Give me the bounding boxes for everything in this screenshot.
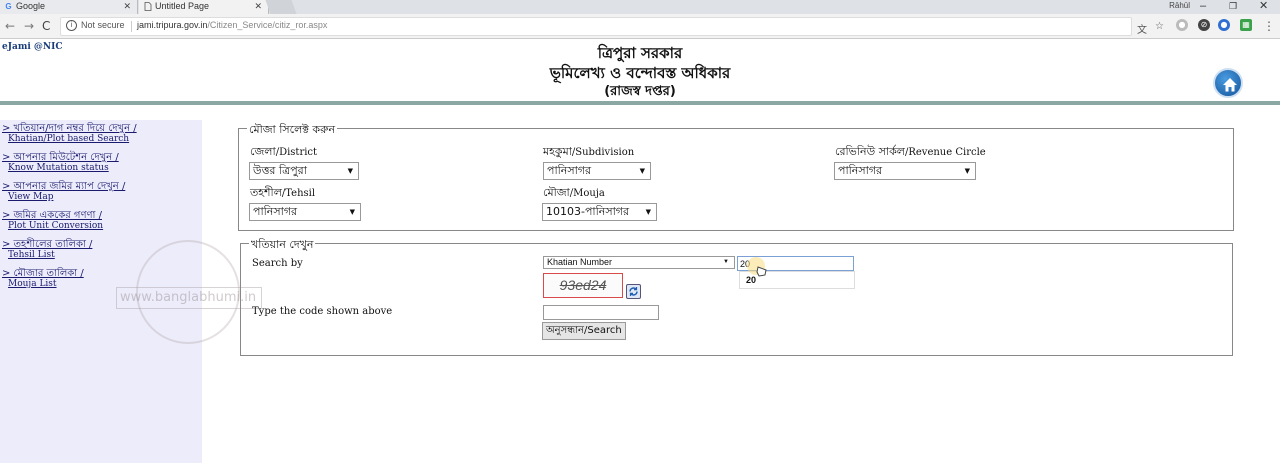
- close-icon[interactable]: ✕: [254, 0, 262, 13]
- sidebar-item-mouja-list[interactable]: > মৌজার তালিকা / Mouja List: [2, 268, 84, 290]
- dropdown-arrow-icon: ▼: [347, 167, 353, 175]
- search-by-label: Search by: [252, 258, 303, 269]
- dropdown-arrow-icon: ▼: [349, 208, 355, 216]
- captcha-refresh-button[interactable]: [626, 284, 641, 299]
- tab-label: Google: [16, 1, 46, 11]
- search-by-select-value: Khatian Number: [547, 257, 613, 267]
- mouse-cursor-icon: [747, 257, 767, 277]
- back-arrow-icon[interactable]: ←: [5, 19, 15, 33]
- menu-icon[interactable]: ⋮: [1263, 19, 1275, 33]
- tehsil-select[interactable]: পানিসাগর ▼: [249, 203, 361, 221]
- subdivision-select[interactable]: পানিসাগর ▼: [543, 162, 651, 180]
- sidebar-item-label-bn: > জমির এককের গণণা /: [2, 210, 102, 221]
- sidebar-item-label-en: Khatian/Plot based Search: [8, 134, 130, 144]
- translate-icon[interactable]: 文: [1137, 21, 1147, 36]
- forward-arrow-icon[interactable]: →: [24, 19, 34, 33]
- dropdown-arrow-icon: ▼: [639, 167, 645, 175]
- sidebar-item-unit-conversion[interactable]: > জমির এককের গণণা / Plot Unit Conversion: [2, 210, 103, 232]
- subdivision-label: মহকুমা/Subdivision: [543, 145, 635, 158]
- restore-button[interactable]: ❐: [1229, 0, 1237, 12]
- dropdown-arrow-icon: ▼: [645, 208, 651, 216]
- extension-icon[interactable]: ●: [1176, 19, 1188, 31]
- sidebar-item-label-bn: > আপনার মিউটেশন দেখুন /: [2, 152, 119, 163]
- sidebar-item-label-en: View Map: [8, 192, 54, 202]
- new-tab-button[interactable]: [265, 0, 297, 14]
- subdivision-select-value: পানিসাগর: [547, 164, 592, 177]
- search-button[interactable]: অনুসন্ধান/Search: [542, 322, 626, 340]
- revenue-circle-select[interactable]: পানিসাগর ▼: [834, 162, 976, 180]
- search-by-select[interactable]: Khatian Number ▼: [543, 256, 735, 269]
- mouja-select[interactable]: 10103-পানিসাগর ▼: [542, 203, 657, 221]
- sidebar-item-label-en: Tehsil List: [8, 250, 55, 260]
- mouja-select-fieldset: মৌজা সিলেক্ট করুন: [238, 121, 1234, 231]
- header-title-line3: (রাজস্ব দপ্তর): [604, 84, 676, 99]
- tab-google[interactable]: G Google ✕: [0, 0, 138, 14]
- sidebar-item-khatian-search[interactable]: > খতিয়ান/দাগ নম্বর দিয়ে দেখুন / Khatia…: [2, 123, 137, 145]
- dropdown-arrow-icon: ▼: [964, 167, 970, 175]
- header-divider: [0, 101, 1280, 105]
- address-url[interactable]: jami.tripura.gov.in/Citizen_Service/citi…: [137, 20, 327, 30]
- tehsil-select-value: পানিসাগর: [253, 205, 298, 218]
- sidebar-item-label-bn: > আপনার জমির ম্যাপ দেখুন /: [2, 181, 126, 192]
- browser-toolbar: ← → C i Not secure jami.tripura.gov.in/C…: [0, 14, 1280, 39]
- home-button[interactable]: [1213, 68, 1243, 98]
- mouja-fieldset-legend: মৌজা সিলেক্ট করুন: [247, 121, 338, 140]
- profile-name[interactable]: Rāhūl: [1169, 1, 1190, 10]
- url-path: /Citizen_Service/citiz_ror.aspx: [207, 20, 328, 30]
- block-icon[interactable]: ⊘: [1198, 19, 1210, 31]
- extension-blue-icon[interactable]: ●: [1218, 19, 1230, 31]
- close-window-button[interactable]: ✕: [1259, 0, 1268, 12]
- home-icon: [1223, 78, 1237, 92]
- address-separator: [131, 21, 132, 32]
- minimize-button[interactable]: –: [1200, 0, 1206, 12]
- dropdown-arrow-icon: ▼: [723, 259, 729, 265]
- sidebar-item-label-en: Know Mutation status: [8, 163, 109, 173]
- mouja-select-value: 10103-পানিসাগর: [546, 205, 630, 218]
- captcha-image: 93ed24: [543, 273, 623, 298]
- sidebar-item-label-bn: > মৌজার তালিকা /: [2, 268, 84, 279]
- tehsil-label: তহশীল/Tehsil: [250, 186, 316, 199]
- close-icon[interactable]: ✕: [123, 0, 131, 13]
- extension-green-icon[interactable]: ▦: [1240, 19, 1252, 31]
- google-icon: G: [5, 2, 12, 11]
- sidebar-item-map[interactable]: > আপনার জমির ম্যাপ দেখুন / View Map: [2, 181, 125, 203]
- captcha-code-label: Type the code shown above: [252, 306, 393, 317]
- sidebar-item-mutation[interactable]: > আপনার মিউটেশন দেখুন / Know Mutation st…: [2, 152, 119, 174]
- sidebar-item-label-bn: > খতিয়ান/দাগ নম্বর দিয়ে দেখুন /: [2, 123, 137, 134]
- bookmark-star-icon[interactable]: ☆: [1155, 21, 1164, 32]
- sidebar-item-label-bn: > তহশীলের তালিকা /: [2, 239, 93, 250]
- mouja-label: মৌজা/Mouja: [543, 186, 605, 199]
- sidebar-item-tehsil-list[interactable]: > তহশীলের তালিকা / Tehsil List: [2, 239, 92, 261]
- address-bar[interactable]: i Not secure jami.tripura.gov.in/Citizen…: [60, 17, 1164, 36]
- url-host: jami.tripura.gov.in: [137, 20, 208, 30]
- revenue-circle-label: রেভিনিউ সার্কল/Revenue Circle: [835, 145, 986, 158]
- revenue-circle-select-value: পানিসাগর: [838, 164, 883, 177]
- info-icon[interactable]: i: [66, 20, 77, 31]
- reload-icon[interactable]: C: [42, 19, 50, 33]
- sidebar-item-label-en: Plot Unit Conversion: [8, 221, 104, 231]
- district-select-value: উত্তর ত্রিপুরা: [253, 164, 307, 177]
- browser-tab-strip: G Google ✕ Untitled Page ✕ Rāhūl – ❐ ✕: [0, 0, 1280, 14]
- district-select[interactable]: উত্তর ত্রিপুরা ▼: [249, 162, 359, 180]
- sidebar-item-label-en: Mouja List: [8, 279, 57, 289]
- captcha-code-input[interactable]: [543, 305, 659, 320]
- page-icon: [143, 2, 152, 11]
- tab-untitled-page[interactable]: Untitled Page ✕: [139, 0, 269, 14]
- khatian-fieldset-legend: খতিয়ান দেখুন: [249, 236, 316, 255]
- security-label: Not secure: [81, 20, 125, 30]
- district-label: জেলা/District: [250, 145, 318, 158]
- tab-label: Untitled Page: [155, 1, 210, 11]
- refresh-icon: [629, 287, 638, 296]
